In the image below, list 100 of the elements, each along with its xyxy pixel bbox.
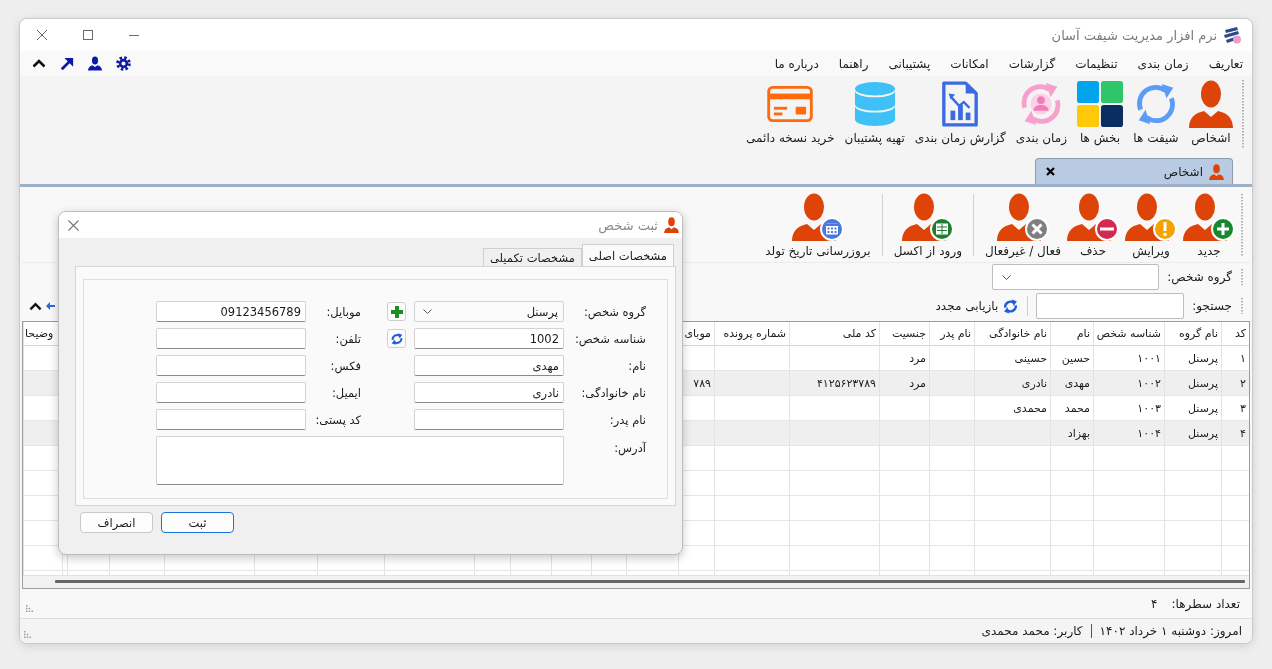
field-label: کد پستی: (315, 411, 362, 429)
field-label: گروه شخص: (1167, 270, 1232, 284)
tab[interactable]: مشخصات اصلی (581, 244, 674, 266)
table-cell: پرسنل (1164, 421, 1221, 446)
column-header[interactable]: شناسه شخص (1093, 322, 1164, 346)
chevron-up-icon[interactable] (29, 301, 42, 311)
table-cell: پرسنل (1164, 371, 1221, 396)
column-header[interactable]: نام گروه (1164, 322, 1221, 346)
grip-icon[interactable] (24, 631, 31, 638)
add-button[interactable] (387, 302, 406, 321)
person-icon (1189, 80, 1233, 128)
menu-item[interactable]: تنظیمات (1075, 56, 1118, 71)
dialog-title: ثبت شخص (598, 217, 658, 233)
text-field[interactable]: 09123456789 (156, 301, 306, 322)
text-field[interactable] (156, 382, 306, 403)
toolbar-button[interactable]: ویرایش (1123, 192, 1179, 258)
column-header[interactable]: کد ملی (789, 322, 879, 346)
close-icon[interactable] (1046, 167, 1055, 176)
document-tab[interactable]: اشخاص (1035, 158, 1233, 184)
refresh-button[interactable] (387, 329, 406, 348)
text-field[interactable] (414, 409, 564, 430)
person-cross-icon (997, 192, 1049, 241)
table-cell: ۴ (1221, 421, 1249, 446)
chevron-down-icon (423, 309, 432, 314)
toolbar-button[interactable]: بروزرسانی تاریخ تولد (763, 192, 873, 258)
ribbon-button[interactable]: اشخاص (1186, 80, 1236, 145)
column-header[interactable]: نام (1050, 322, 1093, 346)
text-field[interactable]: 1002 (414, 328, 564, 349)
user-icon[interactable] (88, 56, 102, 71)
person-warning-icon (1125, 192, 1177, 241)
field-label: آدرس: (614, 440, 646, 458)
plus-icon (390, 305, 403, 318)
ribbon-button[interactable]: زمان بندی (1012, 80, 1070, 145)
text-field[interactable]: مهدی (414, 355, 564, 376)
table-cell: مهدی (1050, 371, 1093, 396)
column-header[interactable]: شماره پرونده (714, 322, 789, 346)
grip-icon[interactable] (26, 605, 33, 612)
refresh-icon (389, 331, 404, 346)
close-icon[interactable] (37, 30, 47, 40)
menu-item[interactable]: درباره ما (774, 56, 819, 71)
credit-card-icon (767, 86, 814, 122)
ribbon-button[interactable]: خرید نسخه دائمی (743, 80, 838, 145)
text-field[interactable] (156, 409, 306, 430)
chevron-up-icon[interactable] (32, 59, 46, 68)
field-label: فکس: (330, 357, 362, 376)
maximize-icon[interactable] (83, 30, 93, 40)
horizontal-scrollbar[interactable] (23, 575, 1249, 588)
date-text: امروز: دوشنبه ۱ خرداد ۱۴۰۲ (1099, 624, 1242, 638)
settings-icon[interactable] (116, 56, 131, 71)
column-header[interactable]: کد (1221, 322, 1249, 346)
chart-document-icon (941, 81, 980, 127)
tab[interactable]: مشخصات تکمیلی (482, 248, 582, 266)
row-count-value: ۴ (1151, 597, 1158, 611)
ribbon-button[interactable]: گزارش زمان بندی (911, 80, 1009, 145)
person-minus-icon (1067, 192, 1119, 241)
field-label: نام: (628, 357, 646, 375)
text-field[interactable]: نادری (414, 382, 564, 403)
address-field[interactable] (156, 436, 564, 485)
logo-icon (1223, 26, 1241, 44)
menu-item[interactable]: راهنما (838, 56, 869, 71)
reload-button[interactable]: بازیابی مجدد (935, 297, 1020, 315)
text-field[interactable] (156, 328, 306, 349)
ribbon-button[interactable]: شیفت ها (1130, 80, 1182, 145)
field-label: ایمیل: (331, 384, 362, 402)
column-header[interactable]: جنسیت (879, 322, 929, 346)
dropdown[interactable]: پرسنل (414, 301, 564, 322)
dialog-button[interactable]: انصراف (80, 512, 153, 533)
database-icon (853, 81, 896, 127)
tiles-icon (1077, 81, 1123, 127)
user-text: کاربر: محمد محمدی (981, 624, 1083, 638)
minimize-icon[interactable] (129, 34, 139, 36)
table-cell: بهزاد (1050, 421, 1093, 446)
person-spreadsheet-icon (901, 192, 954, 241)
menu-item[interactable]: گزارشات (1008, 56, 1056, 71)
toolbar-button[interactable]: فعال / غیرفعال (983, 192, 1063, 258)
text-field[interactable] (156, 355, 306, 376)
ribbon-button[interactable]: بخش ها (1074, 80, 1126, 145)
menu-item[interactable]: تعاریف (1208, 56, 1243, 71)
toolbar-button[interactable]: جدید (1181, 192, 1237, 258)
field-label: نام پدر: (609, 411, 646, 429)
menu-item[interactable]: امکانات (950, 56, 989, 71)
table-cell: ۱۰۰۲ (1093, 371, 1164, 396)
person-icon (664, 217, 679, 233)
field-label: موبایل: (326, 303, 362, 321)
field-label: جستجو: (1192, 299, 1232, 313)
dialog-button[interactable]: ثبت (161, 512, 234, 533)
arrow-up-right-icon[interactable] (60, 56, 74, 71)
table-cell: ۴۱۲۵۶۲۳۷۸۹ (789, 371, 879, 396)
ribbon-button[interactable]: تهیه پشتیبان (841, 80, 908, 145)
column-header[interactable]: نام پدر (929, 322, 974, 346)
table-cell: مرد (879, 371, 929, 396)
column-header[interactable]: نام خانوادگی (974, 322, 1050, 346)
search-field[interactable] (1036, 293, 1185, 319)
toolbar-button[interactable]: حذف (1065, 192, 1121, 258)
row-count-label: تعداد سطرها: (1171, 597, 1240, 611)
table-cell: ۲ (1221, 371, 1249, 396)
menu-item[interactable]: پشتیبانی (888, 56, 931, 71)
menu-item[interactable]: زمان بندی (1137, 56, 1189, 71)
toolbar-button[interactable]: ورود از اکسل (891, 192, 964, 258)
arrow-left-icon[interactable] (46, 302, 55, 310)
